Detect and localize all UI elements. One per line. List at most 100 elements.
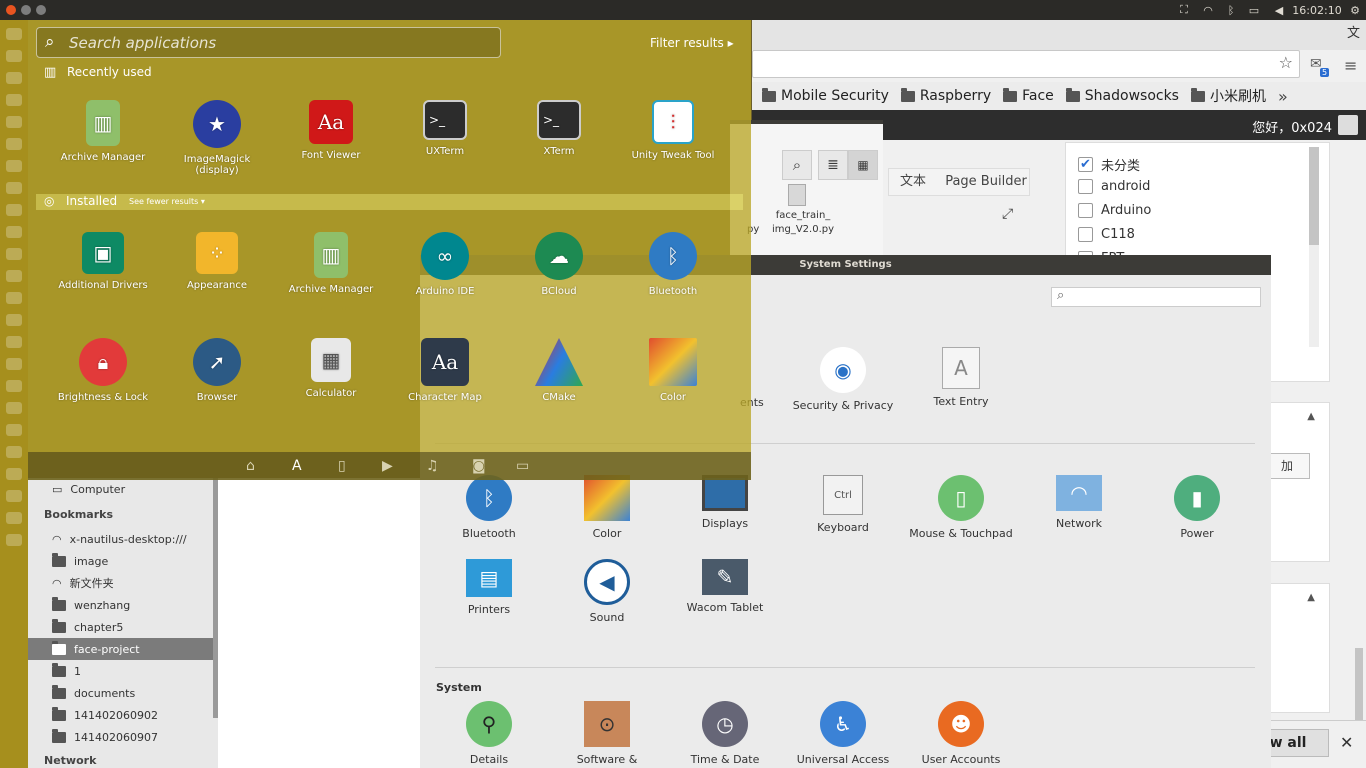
category-item[interactable]: C118 [1078,227,1135,242]
app-color[interactable]: Color [618,338,728,403]
launcher-icon[interactable] [6,402,22,414]
settings-power[interactable]: ▮ Power [1142,475,1252,540]
home-lens-icon[interactable]: ⌂ [246,458,255,474]
page-scrollbar[interactable] [1355,648,1363,728]
dash-search-box[interactable]: ⌕ [36,27,501,58]
app-browser[interactable]: ➚ Browser [162,338,272,403]
collapse-icon[interactable]: ▲ [1307,592,1315,603]
music-lens-icon[interactable]: ♫ [426,458,439,474]
launcher-icon[interactable] [6,94,22,106]
category-item[interactable]: Arduino [1078,203,1151,218]
greeting[interactable]: 您好，0x024 [1252,117,1332,136]
launcher-icon[interactable] [6,468,22,480]
launcher-icon[interactable] [6,512,22,524]
app-imagemagick[interactable]: ★ ImageMagick (display) [162,100,272,176]
bookmark-mobile-security[interactable]: Mobile Security [762,87,889,104]
launcher-icon[interactable] [6,116,22,128]
settings-displays[interactable]: Displays [670,475,780,530]
app-arduino-ide[interactable]: ∞ Arduino IDE [390,232,500,297]
settings-time-date[interactable]: ◷ Time & Date [670,701,780,766]
app-uxterm[interactable]: >_ UXTerm [390,100,500,157]
launcher-icon[interactable] [6,270,22,282]
ime-indicator[interactable]: 文 [1347,22,1360,41]
filter-results-button[interactable]: Filter results ▸ [650,36,734,50]
launcher-icon[interactable] [6,358,22,370]
close-window-button[interactable] [6,5,16,15]
app-cmake[interactable]: CMake [504,338,614,403]
launcher-icon[interactable] [6,336,22,348]
launcher-icon[interactable] [6,226,22,238]
launcher-icon[interactable] [6,314,22,326]
sidebar-item[interactable]: 141402060902 [28,704,213,726]
checkbox[interactable]: ✔ [1078,157,1093,172]
sidebar-item-computer[interactable]: ▭ Computer [28,478,213,500]
bookmark-shadowsocks[interactable]: Shadowsocks [1065,87,1179,104]
sidebar-item[interactable]: wenzhang [28,594,213,616]
file-name[interactable]: face_train_ [765,210,841,221]
volume-icon[interactable]: ◀ [1270,2,1288,18]
avatar[interactable] [1338,115,1358,135]
search-input[interactable] [69,32,489,54]
settings-bluetooth[interactable]: ᛒ Bluetooth [434,475,544,540]
photos-lens-icon[interactable]: ◙ [472,458,486,474]
launcher-icon[interactable] [6,50,22,62]
launcher-icon[interactable] [6,292,22,304]
launcher-icon[interactable] [6,138,22,150]
sidebar-item[interactable]: chapter5 [28,616,213,638]
grid-view-icon[interactable]: ▦ [848,150,878,180]
settings-network[interactable]: ◠ Network [1024,475,1134,530]
tab-page-builder[interactable]: Page Builder [941,169,1031,195]
gear-icon[interactable]: ⚙ [1348,2,1362,18]
app-character-map[interactable]: Aa Character Map [390,338,500,403]
collapse-icon[interactable]: ▲ [1307,411,1315,422]
applications-lens-icon[interactable]: A [292,458,302,474]
settings-software-updates[interactable]: ⊙ Software & [552,701,662,766]
search-icon[interactable]: ⌕ [782,150,812,180]
settings-mouse-touchpad[interactable]: ▯ Mouse & Touchpad [906,475,1016,540]
sidebar-item[interactable]: ◠ 新文件夹 [28,572,213,594]
settings-details[interactable]: ⚲ Details [434,701,544,766]
screen-icon[interactable]: ⛶ [1175,2,1193,18]
app-archive-manager-installed[interactable]: ▥ Archive Manager [276,232,386,295]
more-bookmarks-icon[interactable]: » [1278,87,1288,106]
bookmark-xiaomi[interactable]: 小米刷机 [1190,86,1266,106]
bookmark-raspberry[interactable]: Raspberry [900,87,991,104]
sidebar-item[interactable]: image [28,550,213,572]
launcher-icon[interactable] [6,182,22,194]
category-item[interactable]: ✔ 未分类 [1078,155,1140,174]
settings-security-privacy[interactable]: ◉ Security & Privacy [788,347,898,412]
app-archive-manager[interactable]: ▥ Archive Manager [48,100,158,163]
app-appearance[interactable]: ⁘ Appearance [162,232,272,291]
file-name[interactable]: img_V2.0.py [765,224,841,235]
list-view-icon[interactable]: ≣ [818,150,848,180]
app-bcloud[interactable]: ☁ BCloud [504,232,614,297]
launcher-icon[interactable] [6,490,22,502]
installed-header[interactable]: ◎ Installed See fewer results ▾ [36,194,743,210]
url-bar[interactable]: ☆ [752,50,1300,78]
settings-color[interactable]: Color [552,475,662,540]
app-brightness-lock[interactable]: 🔒︎ Brightness & Lock [48,338,158,403]
battery-icon[interactable]: ▭ [1244,2,1264,18]
category-item[interactable]: android [1078,179,1150,194]
star-icon[interactable]: ☆ [1279,53,1293,72]
checkbox[interactable] [1078,179,1093,194]
launcher-icon[interactable] [6,72,22,84]
minimize-window-button[interactable] [21,5,31,15]
settings-keyboard[interactable]: Ctrl Keyboard [788,475,898,534]
launcher-icon[interactable] [6,380,22,392]
maximize-window-button[interactable] [36,5,46,15]
sidebar-item[interactable]: documents [28,682,213,704]
sidebar-scrollbar[interactable] [213,478,218,718]
launcher-icon[interactable] [6,248,22,260]
social-lens-icon[interactable]: ▭ [516,458,529,474]
settings-universal-access[interactable]: ♿ Universal Access [788,701,898,766]
clock[interactable]: 16:02:10 [1292,2,1341,18]
menu-icon[interactable]: ≡ [1344,56,1357,75]
bookmark-face[interactable]: Face [1003,87,1054,104]
launcher-icon[interactable] [6,204,22,216]
close-icon[interactable]: ✕ [1340,733,1353,752]
checkbox[interactable] [1078,203,1093,218]
settings-sound[interactable]: ◀ Sound [552,559,662,624]
sidebar-item[interactable]: 1 [28,660,213,682]
settings-wacom-tablet[interactable]: ✎ Wacom Tablet [670,559,780,614]
